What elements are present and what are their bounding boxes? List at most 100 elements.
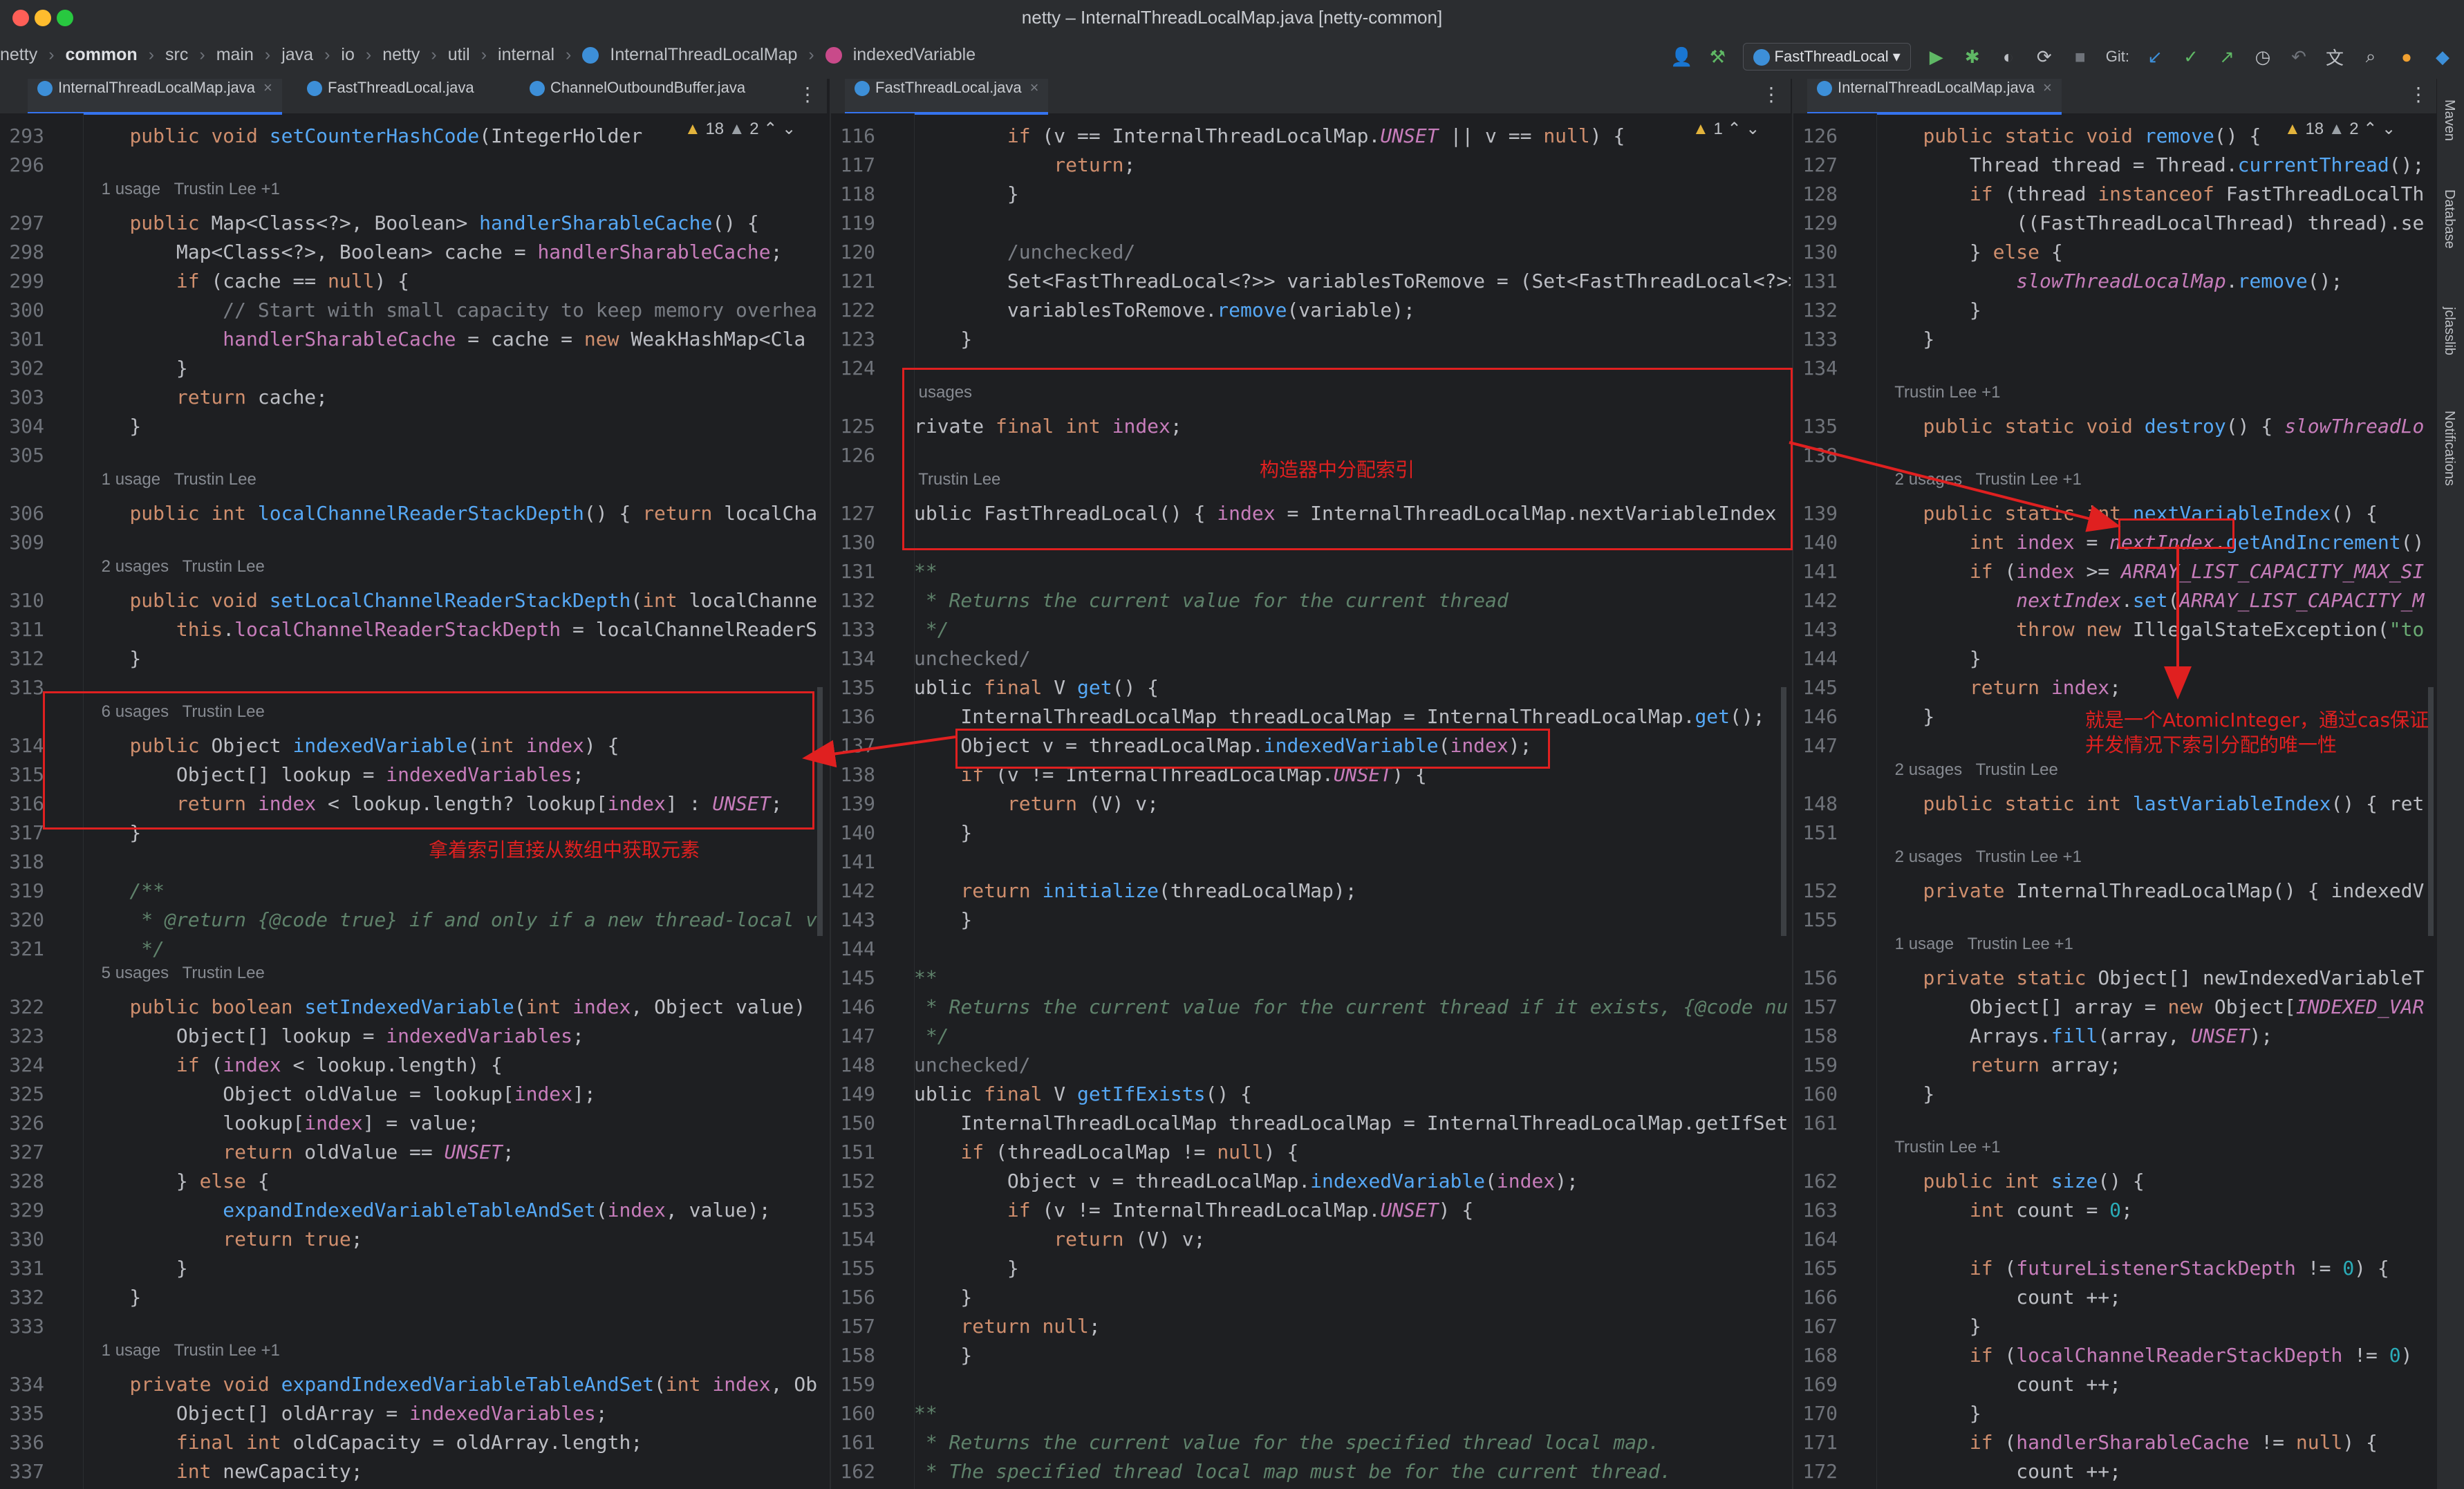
usage-hint[interactable]: 5 usages Trustin Lee: [83, 964, 265, 993]
usage-hint[interactable]: 2 usages Trustin Lee: [1876, 760, 2058, 789]
code-line: */: [914, 618, 949, 641]
breadcrumb-item[interactable]: indexedVariable: [853, 45, 976, 65]
git-push-icon[interactable]: ↗: [2216, 46, 2237, 67]
search-icon[interactable]: ⌕: [2360, 46, 2381, 67]
breadcrumb-item[interactable]: util: [448, 45, 470, 65]
build-hammer-icon[interactable]: ⚒: [1707, 46, 1728, 67]
editor-tab[interactable]: FastThreadLocal.java ×: [845, 79, 1049, 115]
next-highlight-icon[interactable]: ⌄: [2382, 120, 2396, 138]
inspection-widget[interactable]: ▲ 18 ▲ 2 ⌃ ⌄: [684, 119, 796, 139]
weak-warning-icon: ▲: [2328, 120, 2345, 138]
notifications-tool-button[interactable]: Notifications: [2441, 411, 2457, 486]
editor-tab[interactable]: FastThreadLocal.java: [297, 79, 484, 112]
history-icon[interactable]: ◷: [2252, 46, 2273, 67]
code-line: Object[] array = new Object[INDEXED_VAR: [1876, 995, 2425, 1018]
usage-hint[interactable]: 1 usage Trustin Lee +1: [83, 1341, 280, 1370]
usage-hint[interactable]: Trustin Lee +1: [1876, 383, 2000, 412]
code-line: if (v == InternalThreadLocalMap.UNSET ||…: [1007, 124, 1625, 147]
breadcrumb-item[interactable]: common: [66, 45, 138, 65]
usage-hint[interactable]: 1 usage Trustin Lee +1: [83, 180, 280, 209]
line-number: 324: [9, 1053, 44, 1076]
java-class-icon: [37, 81, 53, 97]
breadcrumb-item[interactable]: InternalThreadLocalMap: [610, 45, 797, 65]
code-line: this.localChannelReaderStackDepth = loca…: [176, 618, 818, 641]
profiler-icon[interactable]: ⟳: [2034, 46, 2055, 67]
line-number: 126: [1802, 124, 1838, 147]
line-number: 309: [9, 531, 44, 554]
tab-options-icon[interactable]: ⋮: [798, 83, 817, 106]
editor-tab[interactable]: InternalThreadLocalMap.java ×: [28, 79, 282, 115]
run-configuration-select[interactable]: FastThreadLocal ▾: [1743, 43, 1911, 71]
inspection-widget[interactable]: ▲ 1 ⌃ ⌄: [1692, 119, 1760, 139]
code-line: return array;: [1969, 1053, 2122, 1076]
tab-options-icon[interactable]: ⋮: [2409, 83, 2428, 106]
editor-tab[interactable]: ChannelOutboundBuffer.java: [520, 79, 755, 112]
tab-options-icon[interactable]: ⋮: [1762, 83, 1781, 106]
code-line: unchecked/: [914, 1053, 1031, 1076]
code-line: public Map<Class<?>, Boolean> handlerSha…: [129, 212, 759, 234]
breadcrumb-item[interactable]: netty: [382, 45, 420, 65]
ide-window: netty – InternalThreadLocalMap.java [net…: [0, 0, 2464, 1489]
main-toolbar: 👤 ⚒ FastThreadLocal ▾ ▶ ✱ ◐ ⟳ ■ Git: ↙ ✓…: [1670, 43, 2453, 71]
editor-tab[interactable]: InternalThreadLocalMap.java ×: [1807, 79, 2062, 115]
translate-icon[interactable]: 文: [2324, 46, 2345, 68]
line-number: 154: [840, 1228, 875, 1251]
code-line: } else {: [83, 1170, 270, 1192]
code-line: }: [83, 357, 188, 380]
line-number: 338: [0, 1486, 44, 1489]
git-update-icon[interactable]: ↙: [2145, 46, 2165, 67]
next-highlight-icon[interactable]: ⌄: [1746, 120, 1760, 138]
debug-icon[interactable]: ✱: [1962, 46, 1983, 67]
breadcrumb-item[interactable]: main: [216, 45, 254, 65]
breadcrumb-item[interactable]: netty: [0, 45, 37, 65]
breadcrumb-item[interactable]: internal: [498, 45, 554, 65]
user-icon[interactable]: 👤: [1670, 46, 1692, 67]
line-number: 130: [1802, 241, 1838, 263]
rollback-icon[interactable]: ↶: [2288, 46, 2309, 67]
code-editor[interactable]: public static void remove() { Thread thr…: [1876, 113, 2438, 1489]
breadcrumb-item[interactable]: src: [165, 45, 188, 65]
usage-hint[interactable]: Trustin Lee +1: [1876, 1138, 2000, 1167]
close-tab-icon[interactable]: ×: [263, 79, 272, 96]
run-icon[interactable]: ▶: [1926, 46, 1947, 67]
usage-hint[interactable]: 2 usages Trustin Lee: [83, 557, 265, 586]
ide-logo-icon[interactable]: ◆: [2432, 46, 2453, 67]
prev-highlight-icon[interactable]: ⌃: [2363, 120, 2377, 138]
inspection-widget[interactable]: ▲ 18 ▲ 2 ⌃ ⌄: [2284, 119, 2396, 139]
usage-hint[interactable]: 2 usages Trustin Lee +1: [1876, 470, 2082, 499]
code-line: }: [914, 1286, 973, 1309]
code-editor[interactable]: if (v == InternalThreadLocalMap.UNSET ||…: [914, 113, 1791, 1489]
database-tool-button[interactable]: Database: [2441, 189, 2457, 249]
jclasslib-tool-button[interactable]: jclasslib: [2441, 307, 2457, 355]
warning-count: 18: [2305, 120, 2324, 138]
stop-icon[interactable]: ■: [2070, 46, 2091, 67]
coverage-icon[interactable]: ◐: [1998, 46, 2019, 67]
line-number: 337: [9, 1460, 44, 1483]
line-number: 127: [1802, 153, 1838, 176]
maven-tool-button[interactable]: Maven: [2441, 100, 2457, 141]
line-number: 326: [9, 1112, 44, 1134]
breadcrumb-item[interactable]: io: [341, 45, 354, 65]
usage-hint[interactable]: 2 usages Trustin Lee +1: [1876, 847, 2082, 877]
code-line: // Start with small capacity to keep mem…: [83, 299, 818, 321]
prev-highlight-icon[interactable]: ⌃: [763, 120, 777, 138]
breadcrumb-item[interactable]: java: [281, 45, 313, 65]
annotation-right-note-1: 就是一个AtomicInteger，通过cas保证: [2085, 709, 2429, 731]
prev-highlight-icon[interactable]: ⌃: [1727, 120, 1741, 138]
editor-scrollbar[interactable]: [817, 687, 823, 936]
code-line: Map<Class<?>, Boolean> cache = handlerSh…: [83, 241, 783, 263]
editor-scrollbar[interactable]: [1781, 687, 1786, 936]
close-tab-icon[interactable]: ×: [2043, 79, 2052, 96]
code-line: public int localChannelReaderStackDepth(…: [129, 502, 818, 525]
line-number: 118: [840, 182, 875, 205]
usage-hint[interactable]: 1 usage Trustin Lee +1: [1876, 935, 2073, 964]
code-line: if (index < lookup.length) {: [176, 1053, 503, 1076]
line-number: 132: [1802, 299, 1838, 321]
next-highlight-icon[interactable]: ⌄: [782, 120, 796, 138]
editor-scrollbar[interactable]: [2428, 687, 2434, 936]
usage-hint[interactable]: 1 usage Trustin Lee: [83, 470, 256, 499]
git-commit-icon[interactable]: ✓: [2181, 46, 2201, 67]
close-tab-icon[interactable]: ×: [1030, 79, 1039, 96]
line-number: 331: [9, 1257, 44, 1280]
update-icon[interactable]: ●: [2396, 46, 2417, 67]
